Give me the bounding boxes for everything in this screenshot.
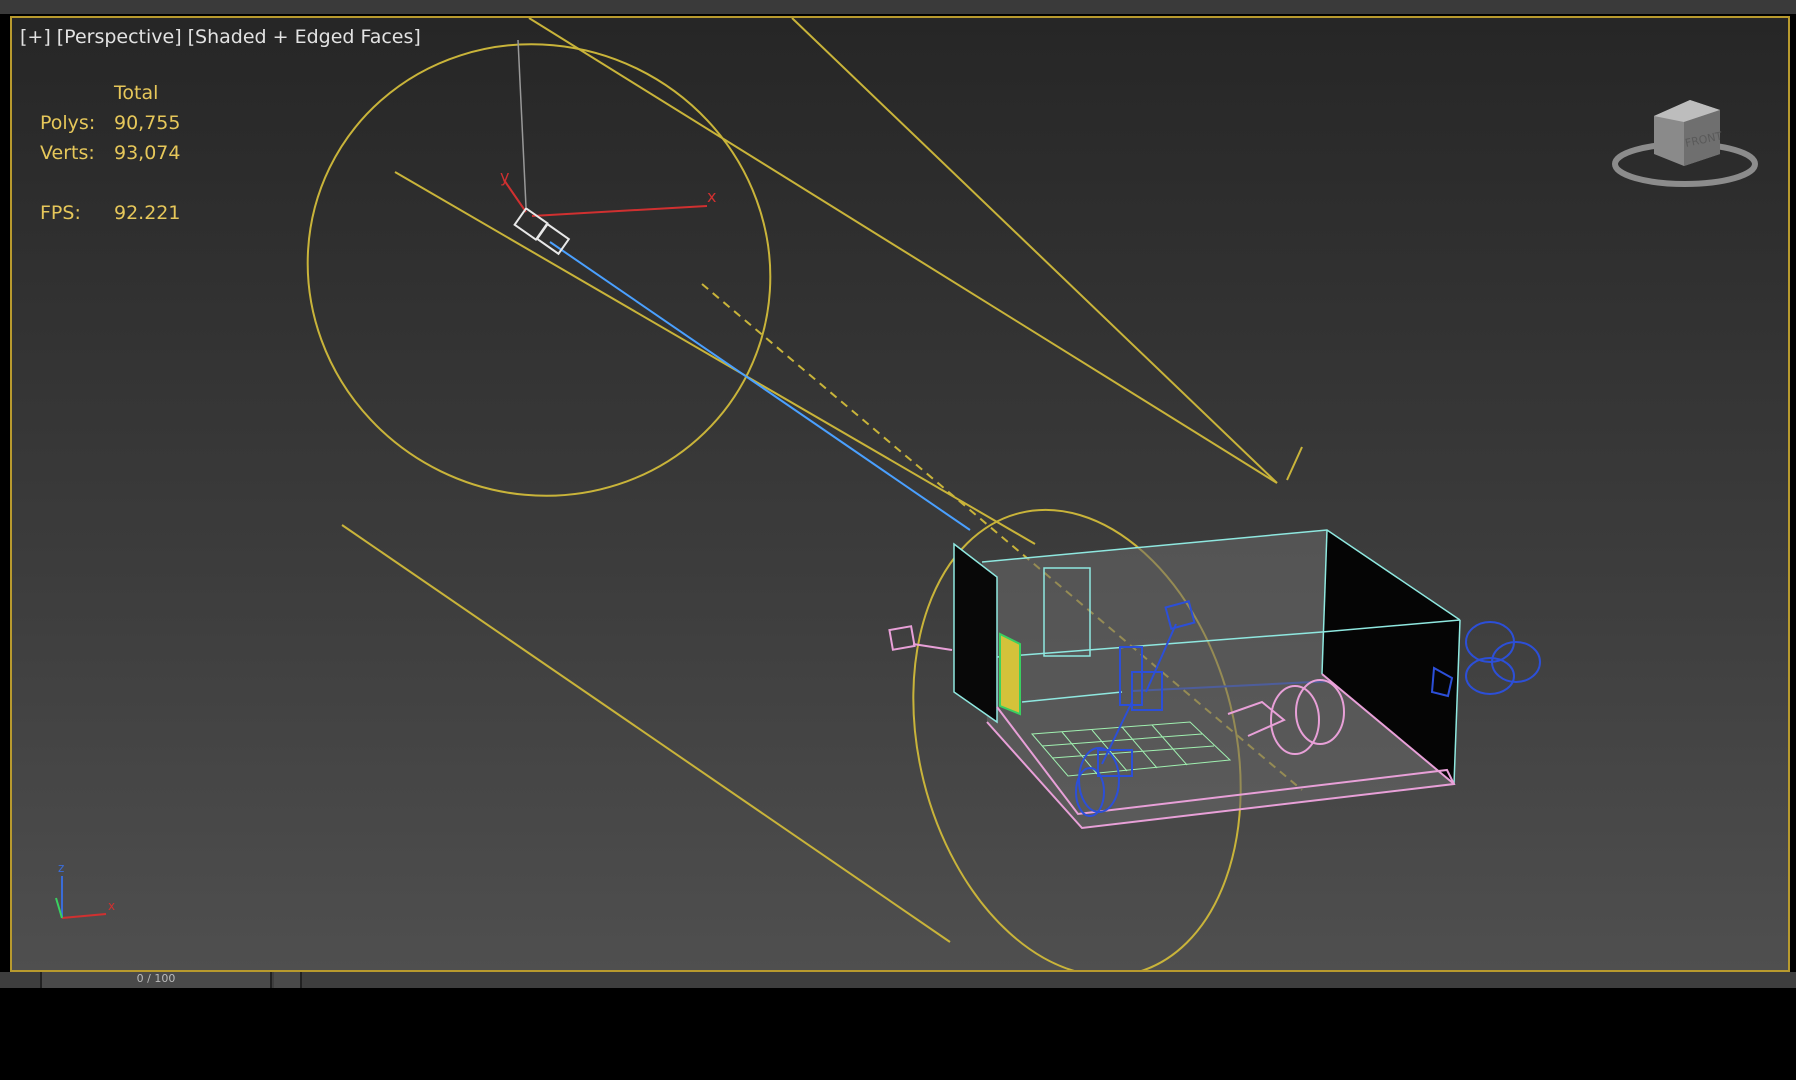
cone-edge-top — [528, 18, 1278, 484]
viewport-plus-menu[interactable]: [+] — [20, 26, 51, 48]
viewport-shading-menu[interactable]: [Shaded + Edged Faces] — [188, 26, 421, 48]
axis-z-label: z — [58, 861, 64, 875]
gizmo-x-label: x — [707, 187, 716, 206]
light-gizmo[interactable]: x y — [500, 39, 716, 256]
axis-x-line — [61, 913, 107, 919]
stats-total-header: Total — [114, 82, 159, 104]
scene-wireframe[interactable]: x y — [10, 16, 1790, 972]
time-slider-next[interactable] — [274, 972, 302, 988]
cone-edge-top2 — [791, 18, 1278, 484]
toolbar-strip — [0, 0, 1796, 14]
max-app-window: x y [+] [Perspective] [Shaded + Edged Fa… — [0, 0, 1796, 1080]
time-slider[interactable]: 0 / 100 — [40, 972, 272, 988]
perspective-viewport[interactable]: x y [+] [Perspective] [Shaded + Edged Fa… — [10, 16, 1790, 972]
fps-label: FPS: — [40, 202, 81, 224]
polys-label: Polys: — [40, 112, 96, 134]
world-axis-tripod: z x — [55, 861, 115, 919]
cone-edge-bottom — [341, 524, 951, 943]
fps-value: 92.221 — [114, 202, 181, 224]
room-box[interactable] — [888, 529, 1461, 830]
gizmo-y-label: y — [500, 167, 509, 186]
gizmo-z-axis — [517, 39, 527, 208]
polys-value: 90,755 — [114, 112, 181, 134]
viewport-view-menu[interactable]: [Perspective] — [57, 26, 182, 48]
viewcube[interactable]: FRONT — [1610, 84, 1760, 200]
verts-label: Verts: — [40, 142, 95, 164]
gizmo-x-axis — [531, 205, 708, 217]
cone-near-ellipse[interactable] — [231, 16, 846, 573]
cone-tick — [1286, 446, 1303, 481]
axis-x-label: x — [108, 899, 115, 913]
window-plane[interactable] — [999, 632, 1021, 716]
verts-value: 93,074 — [114, 142, 181, 164]
spotlight-cone[interactable] — [231, 16, 1303, 972]
cone-inner-edge — [394, 171, 1036, 545]
lower-panel — [0, 988, 1796, 1080]
viewport-label-menu: [+] [Perspective] [Shaded + Edged Faces] — [20, 26, 427, 48]
